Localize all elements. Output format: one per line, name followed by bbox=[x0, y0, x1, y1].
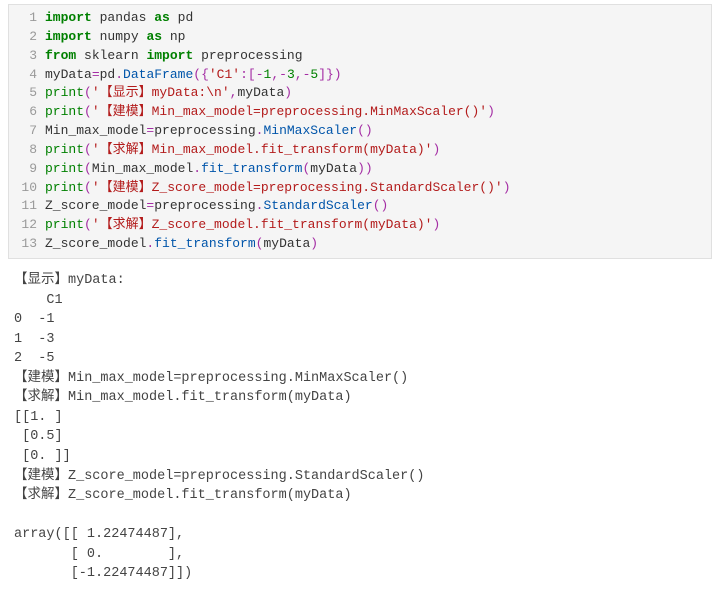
code-line: 4myData=pd.DataFrame({'C1':[-1,-3,-5]}) bbox=[9, 66, 711, 85]
line-number: 13 bbox=[9, 235, 45, 254]
code-line: 1import pandas as pd bbox=[9, 9, 711, 28]
code-line: 10print('【建模】Z_score_model=preprocessing… bbox=[9, 179, 711, 198]
code-content: Z_score_model.fit_transform(myData) bbox=[45, 235, 711, 254]
code-content: myData=pd.DataFrame({'C1':[-1,-3,-5]}) bbox=[45, 66, 711, 85]
code-content: print(Min_max_model.fit_transform(myData… bbox=[45, 160, 711, 179]
code-content: Z_score_model=preprocessing.StandardScal… bbox=[45, 197, 711, 216]
code-content: print('【求解】Min_max_model.fit_transform(m… bbox=[45, 141, 711, 160]
output-cell: 【显示】myData: C1 0 -1 1 -3 2 -5 【建模】Min_ma… bbox=[0, 269, 720, 594]
code-line: 8print('【求解】Min_max_model.fit_transform(… bbox=[9, 141, 711, 160]
code-line: 7Min_max_model=preprocessing.MinMaxScale… bbox=[9, 122, 711, 141]
code-line: 6print('【建模】Min_max_model=preprocessing.… bbox=[9, 103, 711, 122]
code-content: print('【显示】myData:\n',myData) bbox=[45, 84, 711, 103]
line-number: 7 bbox=[9, 122, 45, 141]
code-content: Min_max_model=preprocessing.MinMaxScaler… bbox=[45, 122, 711, 141]
code-content: import pandas as pd bbox=[45, 9, 711, 28]
line-number: 5 bbox=[9, 84, 45, 103]
line-number: 2 bbox=[9, 28, 45, 47]
line-number: 12 bbox=[9, 216, 45, 235]
code-line: 5print('【显示】myData:\n',myData) bbox=[9, 84, 711, 103]
line-number: 4 bbox=[9, 66, 45, 85]
code-line: 2import numpy as np bbox=[9, 28, 711, 47]
line-number: 1 bbox=[9, 9, 45, 28]
code-line: 12print('【求解】Z_score_model.fit_transform… bbox=[9, 216, 711, 235]
line-number: 8 bbox=[9, 141, 45, 160]
line-number: 6 bbox=[9, 103, 45, 122]
line-number: 11 bbox=[9, 197, 45, 216]
code-content: print('【建模】Min_max_model=preprocessing.M… bbox=[45, 103, 711, 122]
code-line: 3from sklearn import preprocessing bbox=[9, 47, 711, 66]
code-line: 9print(Min_max_model.fit_transform(myDat… bbox=[9, 160, 711, 179]
code-line: 11Z_score_model=preprocessing.StandardSc… bbox=[9, 197, 711, 216]
code-line: 13Z_score_model.fit_transform(myData) bbox=[9, 235, 711, 254]
code-content: import numpy as np bbox=[45, 28, 711, 47]
code-content: from sklearn import preprocessing bbox=[45, 47, 711, 66]
line-number: 3 bbox=[9, 47, 45, 66]
line-number: 10 bbox=[9, 179, 45, 198]
code-content: print('【求解】Z_score_model.fit_transform(m… bbox=[45, 216, 711, 235]
line-number: 9 bbox=[9, 160, 45, 179]
code-cell: 1import pandas as pd2import numpy as np3… bbox=[8, 4, 712, 259]
code-content: print('【建模】Z_score_model=preprocessing.S… bbox=[45, 179, 711, 198]
